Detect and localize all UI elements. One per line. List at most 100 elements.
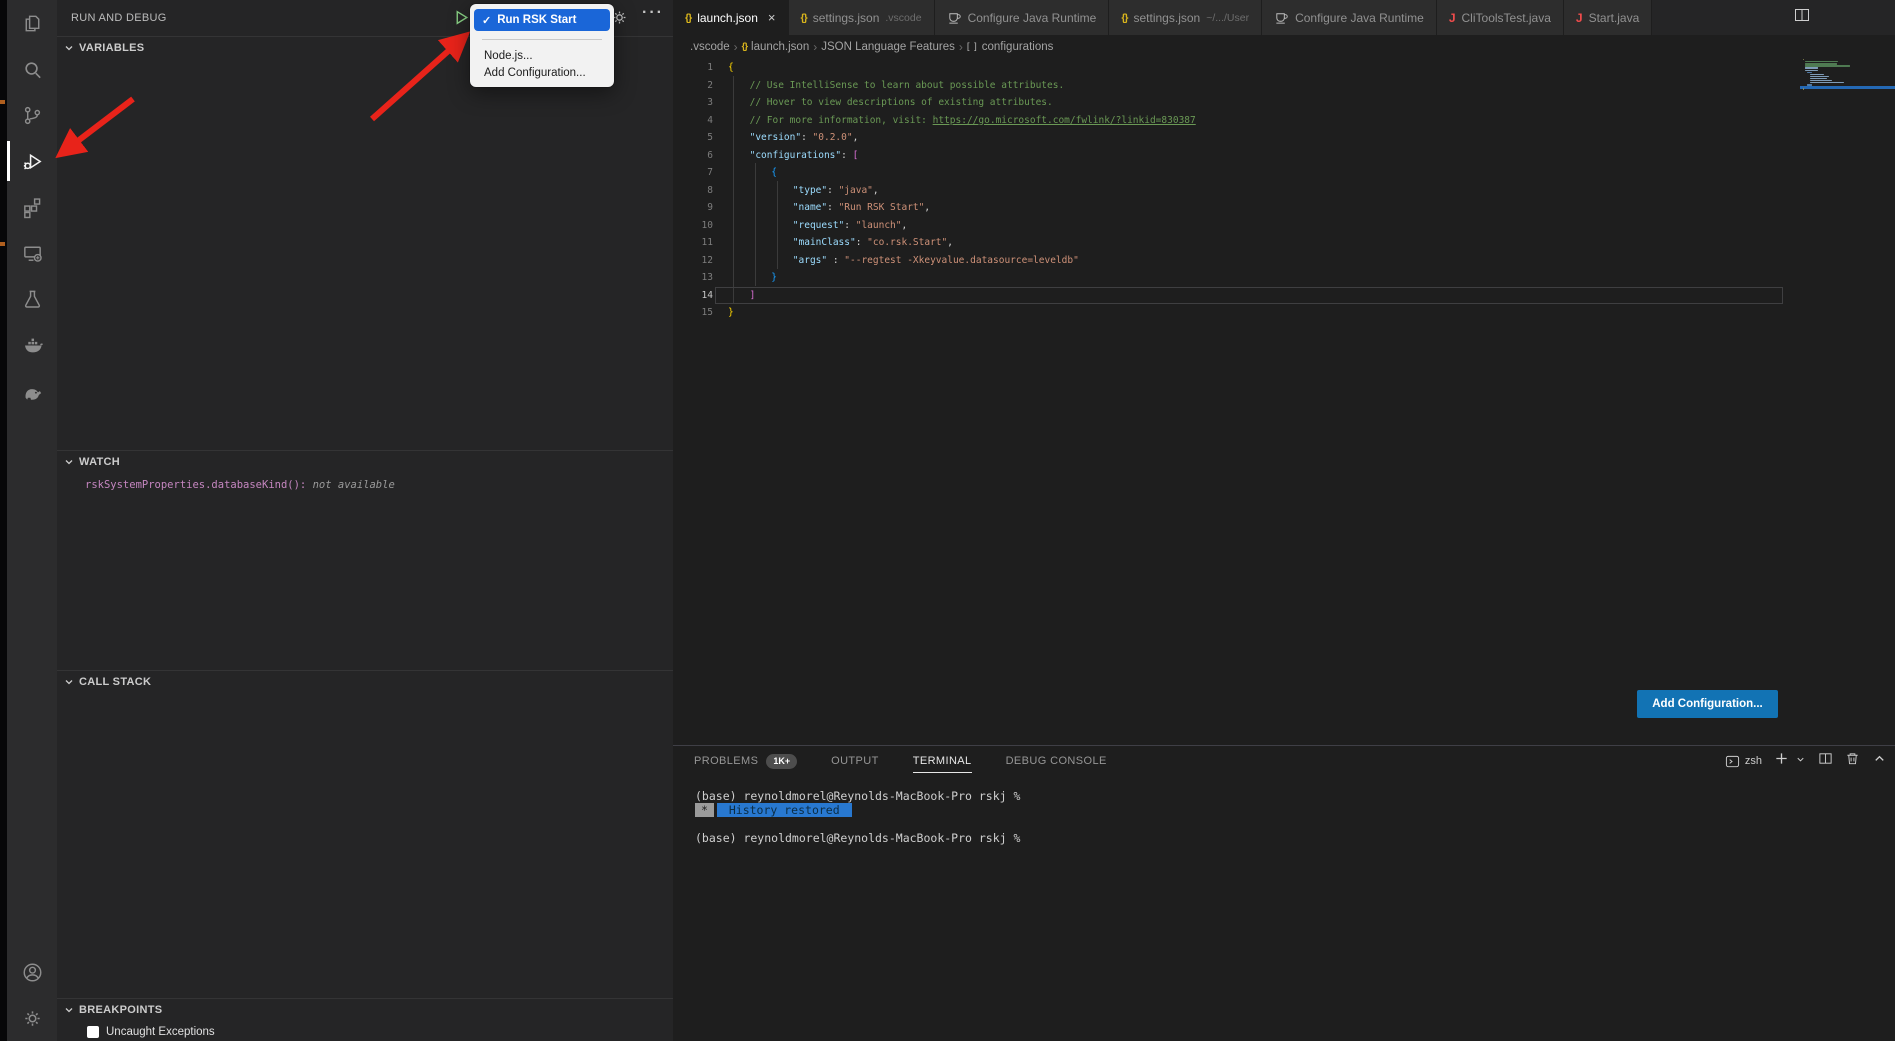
maximize-panel-chevron-icon[interactable] <box>1872 751 1887 771</box>
dropdown-item-nodejs[interactable]: Node.js... <box>470 47 614 64</box>
breadcrumb-item[interactable]: JSON Language Features <box>821 41 955 53</box>
line-number[interactable]: 9 <box>673 199 713 217</box>
problems-count-badge: 1K+ <box>766 754 797 769</box>
uncaught-exceptions-checkbox[interactable] <box>87 1026 99 1038</box>
editor-tab-clitoolstest.java[interactable]: JCliToolsTest.java <box>1437 0 1564 35</box>
dropdown-selected-item[interactable]: ✓ Run RSK Start <box>474 9 610 31</box>
line-number[interactable]: 12 <box>673 252 713 270</box>
gradle-icon <box>21 380 44 403</box>
add-configuration-button[interactable]: Add Configuration... <box>1637 690 1778 718</box>
editor-tab-configure-java-runtime[interactable]: Configure Java Runtime <box>1262 0 1437 35</box>
close-icon[interactable]: × <box>768 11 776 24</box>
terminal-dropdown-chevron-icon[interactable] <box>1795 752 1806 770</box>
activity-item-search[interactable] <box>7 46 57 92</box>
code-area[interactable]: 1{2// Use IntelliSense to learn about po… <box>673 58 1895 322</box>
activity-item-source-control[interactable] <box>7 92 57 138</box>
java-runtime-cup-icon <box>1274 10 1289 25</box>
code-line-11[interactable]: 11"mainClass": "co.rsk.Start", <box>673 234 1895 252</box>
activity-item-docker[interactable] <box>7 322 57 368</box>
editor-tab-start.java[interactable]: JStart.java <box>1564 0 1652 35</box>
code-line-6[interactable]: 6 "configurations": [ <box>673 147 1895 165</box>
kill-terminal-icon[interactable] <box>1845 751 1860 771</box>
split-terminal-icon[interactable] <box>1818 751 1833 771</box>
watch-section-header[interactable]: WATCH <box>57 451 673 473</box>
code-line-13[interactable]: 13} <box>673 269 1895 287</box>
code-line-content: "name": "Run RSK Start", <box>728 199 930 217</box>
code-line-5[interactable]: 5"version": "0.2.0", <box>673 129 1895 147</box>
line-number[interactable]: 8 <box>673 182 713 200</box>
json-file-icon: {} <box>742 41 747 52</box>
line-number[interactable]: 5 <box>673 129 713 147</box>
tab-label: Configure Java Runtime <box>968 11 1097 25</box>
editor-tab-configure-java-runtime[interactable]: Configure Java Runtime <box>935 0 1110 35</box>
minimap[interactable] <box>1800 58 1895 120</box>
watch-expression-row[interactable]: rskSystemProperties.databaseKind(): not … <box>57 473 673 491</box>
line-number[interactable]: 10 <box>673 217 713 235</box>
tab-label: settings.json <box>1134 11 1201 25</box>
line-number[interactable]: 6 <box>673 147 713 165</box>
editor-tab-settings.json[interactable]: {}settings.json.vscode <box>789 0 935 35</box>
breadcrumb-item[interactable]: [ ]configurations <box>967 41 1054 53</box>
account-icon <box>21 961 44 984</box>
code-line-15[interactable]: 15} <box>673 304 1895 322</box>
activity-bar-bottom <box>7 949 57 1041</box>
split-editor-icon[interactable] <box>1794 7 1810 28</box>
code-line-1[interactable]: 1{ <box>673 59 1895 77</box>
more-actions-icon[interactable]: ··· <box>642 4 664 22</box>
code-line-7[interactable]: 7{ <box>673 164 1895 182</box>
panel-tab-output[interactable]: OUTPUT <box>831 746 879 776</box>
activity-item-account[interactable] <box>7 949 57 995</box>
activity-item-testing[interactable] <box>7 276 57 322</box>
call-stack-section-header[interactable]: CALL STACK <box>57 671 673 693</box>
background-speck <box>0 100 5 104</box>
line-number[interactable]: 4 <box>673 112 713 130</box>
activity-item-extensions[interactable] <box>7 184 57 230</box>
line-number[interactable]: 1 <box>673 59 713 77</box>
breadcrumb-item[interactable]: .vscode <box>690 41 730 53</box>
launch-profile-button[interactable]: zsh <box>1725 754 1762 769</box>
dropdown-item-add-configuration[interactable]: Add Configuration... <box>470 64 614 81</box>
code-editor[interactable]: 1{2// Use IntelliSense to learn about po… <box>673 58 1895 745</box>
line-number[interactable]: 2 <box>673 77 713 95</box>
panel-tab-debug-console[interactable]: DEBUG CONSOLE <box>1006 746 1107 776</box>
code-line-2[interactable]: 2// Use IntelliSense to learn about poss… <box>673 77 1895 95</box>
variables-label: VARIABLES <box>79 42 144 54</box>
code-line-8[interactable]: 8"type": "java", <box>673 182 1895 200</box>
activity-item-run-and-debug[interactable] <box>7 138 57 184</box>
terminal-output[interactable]: (base) reynoldmorel@Reynolds-MacBook-Pro… <box>673 776 1895 1041</box>
minimap-line <box>1803 88 1804 89</box>
sidebar-title: RUN AND DEBUG <box>71 12 167 24</box>
code-line-9[interactable]: 9 "name": "Run RSK Start", <box>673 199 1895 217</box>
code-line-4[interactable]: 4// For more information, visit: https:/… <box>673 112 1895 130</box>
line-number[interactable]: 3 <box>673 94 713 112</box>
tab-label: CliToolsTest.java <box>1462 11 1551 25</box>
code-line-content: "configurations": [ <box>728 147 858 165</box>
code-line-12[interactable]: 12"args" : "--regtest -Xkeyvalue.datasou… <box>673 252 1895 270</box>
activity-item-gradle[interactable] <box>7 368 57 414</box>
activity-item-remote-explorer[interactable] <box>7 230 57 276</box>
line-number[interactable]: 11 <box>673 234 713 252</box>
line-number[interactable]: 7 <box>673 164 713 182</box>
code-line-3[interactable]: 3// Hover to view descriptions of existi… <box>673 94 1895 112</box>
activity-item-explorer[interactable] <box>7 0 57 46</box>
line-number[interactable]: 14 <box>673 287 713 305</box>
activity-item-settings[interactable] <box>7 995 57 1041</box>
editor-group: {}launch.json×{}settings.json.vscodeConf… <box>673 0 1895 1041</box>
breadcrumb-item[interactable]: {}launch.json <box>742 41 810 53</box>
chevron-down-icon <box>61 40 77 56</box>
panel-tab-problems[interactable]: PROBLEMS1K+ <box>694 746 797 776</box>
start-debugging-icon[interactable] <box>453 9 470 26</box>
code-line-10[interactable]: 10 "request": "launch", <box>673 217 1895 235</box>
breakpoints-section-header[interactable]: BREAKPOINTS <box>57 999 673 1021</box>
check-icon: ✓ <box>482 14 491 27</box>
editor-tab-launch.json[interactable]: {}launch.json× <box>673 0 789 35</box>
panel-tab-terminal[interactable]: TERMINAL <box>913 746 972 776</box>
line-number[interactable]: 13 <box>673 269 713 287</box>
code-line-14[interactable]: 14] <box>673 287 1895 305</box>
breakpoints-label: BREAKPOINTS <box>79 1004 162 1016</box>
minimap-line <box>1810 82 1844 83</box>
new-terminal-icon[interactable] <box>1774 751 1789 771</box>
editor-tab-settings.json[interactable]: {}settings.json~/.../User <box>1109 0 1262 35</box>
line-number[interactable]: 15 <box>673 304 713 322</box>
code-line-content: "request": "launch", <box>728 217 907 235</box>
